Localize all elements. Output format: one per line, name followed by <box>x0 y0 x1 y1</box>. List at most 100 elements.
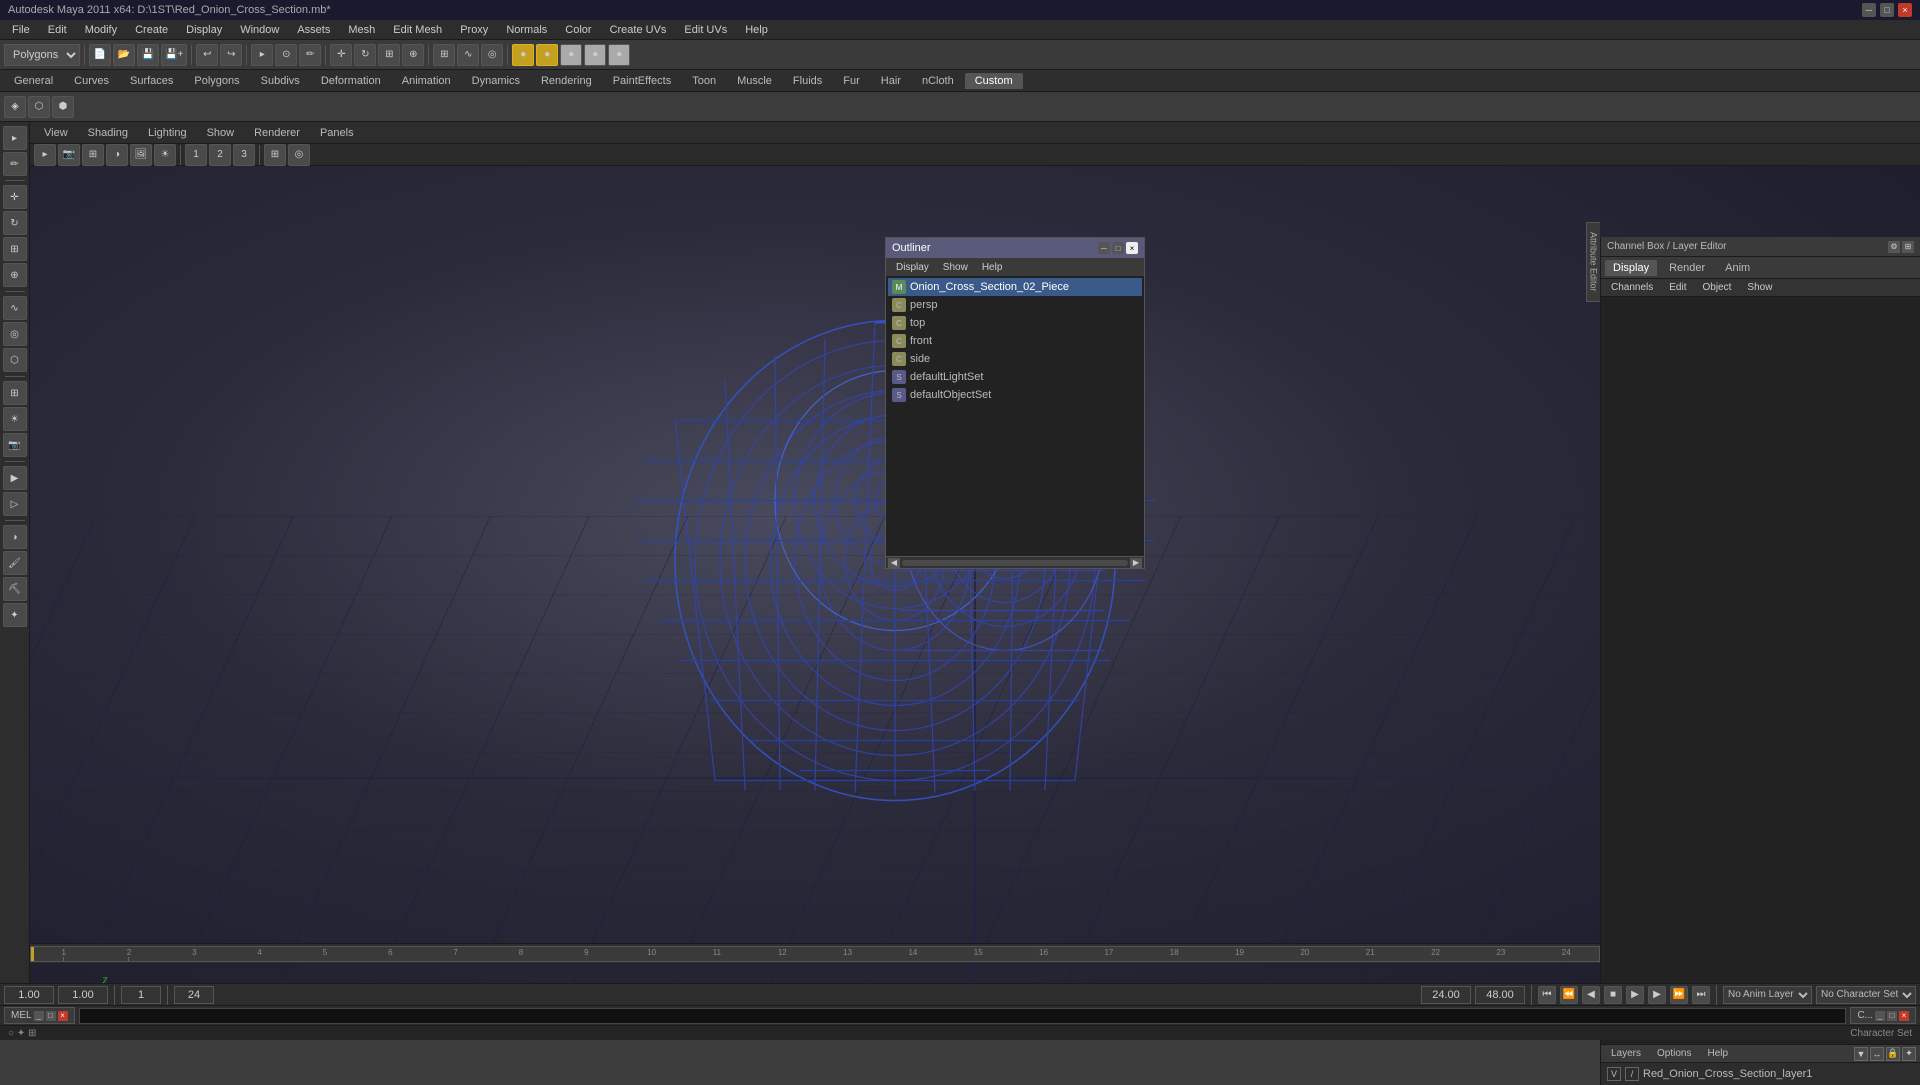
menu-display[interactable]: Display <box>178 22 230 38</box>
vp-grid-btn[interactable]: ⊞ <box>264 144 286 166</box>
layer-row-0[interactable]: V / Red_Onion_Cross_Section_layer1 <box>1603 1065 1918 1083</box>
left-light-tool[interactable]: ☀ <box>3 407 27 431</box>
outliner-item-6[interactable]: S defaultObjectSet <box>888 386 1142 404</box>
shelf-icon-2[interactable]: ⬡ <box>28 96 50 118</box>
shelf-tab-custom[interactable]: Custom <box>965 73 1023 89</box>
shelf-tab-rendering[interactable]: Rendering <box>531 73 602 89</box>
outliner-minimize[interactable]: ─ <box>1098 242 1110 254</box>
menu-color[interactable]: Color <box>557 22 599 38</box>
outliner-menu-show[interactable]: Show <box>937 261 974 274</box>
viewport-menu-shading[interactable]: Shading <box>82 125 134 141</box>
channel-box-expand[interactable]: ⊞ <box>1902 241 1914 253</box>
menu-help[interactable]: Help <box>737 22 776 38</box>
outliner-menu-display[interactable]: Display <box>890 261 935 274</box>
toolbar-scale[interactable]: ⊞ <box>378 44 400 66</box>
stop-btn[interactable]: ■ <box>1604 986 1622 1004</box>
jump-start-btn[interactable]: ⏮ <box>1538 986 1556 1004</box>
vp-smooth3-btn[interactable]: 3 <box>233 144 255 166</box>
vp-smooth1-btn[interactable]: 1 <box>185 144 207 166</box>
outliner-item-0[interactable]: M Onion_Cross_Section_02_Piece <box>888 278 1142 296</box>
left-universal-tool[interactable]: ⊕ <box>3 263 27 287</box>
shelf-tab-fur[interactable]: Fur <box>833 73 870 89</box>
toolbar-light3[interactable]: ● <box>560 44 582 66</box>
menu-modify[interactable]: Modify <box>77 22 125 38</box>
shelf-icon-3[interactable]: ⬢ <box>52 96 74 118</box>
mel-input[interactable] <box>79 1008 1847 1024</box>
shelf-tab-deformation[interactable]: Deformation <box>311 73 391 89</box>
help-tab[interactable]: Help <box>1701 1046 1734 1061</box>
menu-proxy[interactable]: Proxy <box>452 22 496 38</box>
outliner-title-bar[interactable]: Outliner ─ □ × <box>886 238 1144 258</box>
left-scale-tool[interactable]: ⊞ <box>3 237 27 261</box>
tab-display[interactable]: Display <box>1605 260 1657 276</box>
prev-frame-btn[interactable]: ⏪ <box>1560 986 1578 1004</box>
close-button[interactable]: × <box>1898 3 1912 17</box>
outliner-scroll-left[interactable]: ◀ <box>888 558 900 568</box>
left-poly-tool[interactable]: ⬡ <box>3 348 27 372</box>
outliner-content[interactable]: M Onion_Cross_Section_02_Piece C persp C… <box>886 276 1144 556</box>
outliner-item-2[interactable]: C top <box>888 314 1142 332</box>
viewport-menu-show[interactable]: Show <box>201 125 241 141</box>
timeline-ruler[interactable]: 1 2 3 4 5 6 7 8 9 10 11 12 13 14 15 16 1… <box>30 946 1600 962</box>
script-tab-c[interactable]: C... _ □ × <box>1850 1007 1916 1024</box>
play-fwd-btn[interactable]: ▶ <box>1626 986 1644 1004</box>
toolbar-snap-grid[interactable]: ⊞ <box>433 44 455 66</box>
menu-normals[interactable]: Normals <box>498 22 555 38</box>
toolbar-undo[interactable]: ↩ <box>196 44 218 66</box>
left-surface-tool[interactable]: ◎ <box>3 322 27 346</box>
minimize-button[interactable]: ─ <box>1862 3 1876 17</box>
timeline-area[interactable]: 1 2 3 4 5 6 7 8 9 10 11 12 13 14 15 16 1… <box>30 943 1600 963</box>
c-close[interactable]: × <box>1899 1011 1909 1021</box>
left-move-tool[interactable]: ✛ <box>3 185 27 209</box>
toolbar-rotate[interactable]: ↻ <box>354 44 376 66</box>
toolbar-paint[interactable]: ✏ <box>299 44 321 66</box>
menu-window[interactable]: Window <box>232 22 287 38</box>
toolbar-lasso[interactable]: ⊙ <box>275 44 297 66</box>
menu-create[interactable]: Create <box>127 22 176 38</box>
outliner-menu-help[interactable]: Help <box>976 261 1009 274</box>
vp-texture-btn[interactable]: 🖼 <box>130 144 152 166</box>
c-minimize[interactable]: _ <box>1875 1011 1885 1021</box>
shelf-tab-polygons[interactable]: Polygons <box>184 73 249 89</box>
shelf-tab-fluids[interactable]: Fluids <box>783 73 832 89</box>
jump-end-btn[interactable]: ⏭ <box>1692 986 1710 1004</box>
cb-menu-channels[interactable]: Channels <box>1605 281 1659 294</box>
layer-sort-btn[interactable]: ▼ <box>1854 1047 1868 1061</box>
toolbar-select[interactable]: ▸ <box>251 44 273 66</box>
shelf-tab-general[interactable]: General <box>4 73 63 89</box>
layer-lock-btn[interactable]: 🔒 <box>1886 1047 1900 1061</box>
left-sculpt-btn[interactable]: ⛏ <box>3 577 27 601</box>
next-frame-btn[interactable]: ⏩ <box>1670 986 1688 1004</box>
vp-select-btn[interactable]: ▸ <box>34 144 56 166</box>
shelf-tab-muscle[interactable]: Muscle <box>727 73 782 89</box>
layers-tab[interactable]: Layers <box>1605 1046 1647 1061</box>
mel-minimize[interactable]: _ <box>34 1011 44 1021</box>
c-maximize[interactable]: □ <box>1887 1011 1897 1021</box>
outliner-item-1[interactable]: C persp <box>888 296 1142 314</box>
left-brush-btn[interactable]: 🖌 <box>3 551 27 575</box>
outliner-maximize[interactable]: □ <box>1112 242 1124 254</box>
viewport-menu-panels[interactable]: Panels <box>314 125 360 141</box>
layer-filter-btn[interactable]: ↔ <box>1870 1047 1884 1061</box>
prev-key-btn[interactable]: ◀ <box>1582 986 1600 1004</box>
tab-anim[interactable]: Anim <box>1717 260 1758 276</box>
range-start-field[interactable] <box>1421 986 1471 1004</box>
left-ipr-btn[interactable]: ▷ <box>3 492 27 516</box>
outliner-scrollbar[interactable]: ◀ ▶ <box>886 556 1144 568</box>
end-frame-field[interactable] <box>174 986 214 1004</box>
attr-editor-tab[interactable]: Attribute Editor <box>1586 222 1600 302</box>
menu-edit-uvs[interactable]: Edit UVs <box>676 22 735 38</box>
script-tab-mel[interactable]: MEL _ □ × <box>4 1007 75 1024</box>
toolbar-open[interactable]: 📂 <box>113 44 135 66</box>
fps-field[interactable] <box>58 986 108 1004</box>
left-select-tool[interactable]: ▸ <box>3 126 27 150</box>
left-curve-tool[interactable]: ∿ <box>3 296 27 320</box>
anim-layer-select[interactable]: No Anim Layer <box>1723 986 1812 1004</box>
viewport-menu-renderer[interactable]: Renderer <box>248 125 306 141</box>
left-render-btn[interactable]: ▶ <box>3 466 27 490</box>
outliner-item-3[interactable]: C front <box>888 332 1142 350</box>
menu-edit-mesh[interactable]: Edit Mesh <box>385 22 450 38</box>
vp-light-btn[interactable]: ☀ <box>154 144 176 166</box>
shelf-tab-hair[interactable]: Hair <box>871 73 911 89</box>
toolbar-snap-point[interactable]: ◎ <box>481 44 503 66</box>
